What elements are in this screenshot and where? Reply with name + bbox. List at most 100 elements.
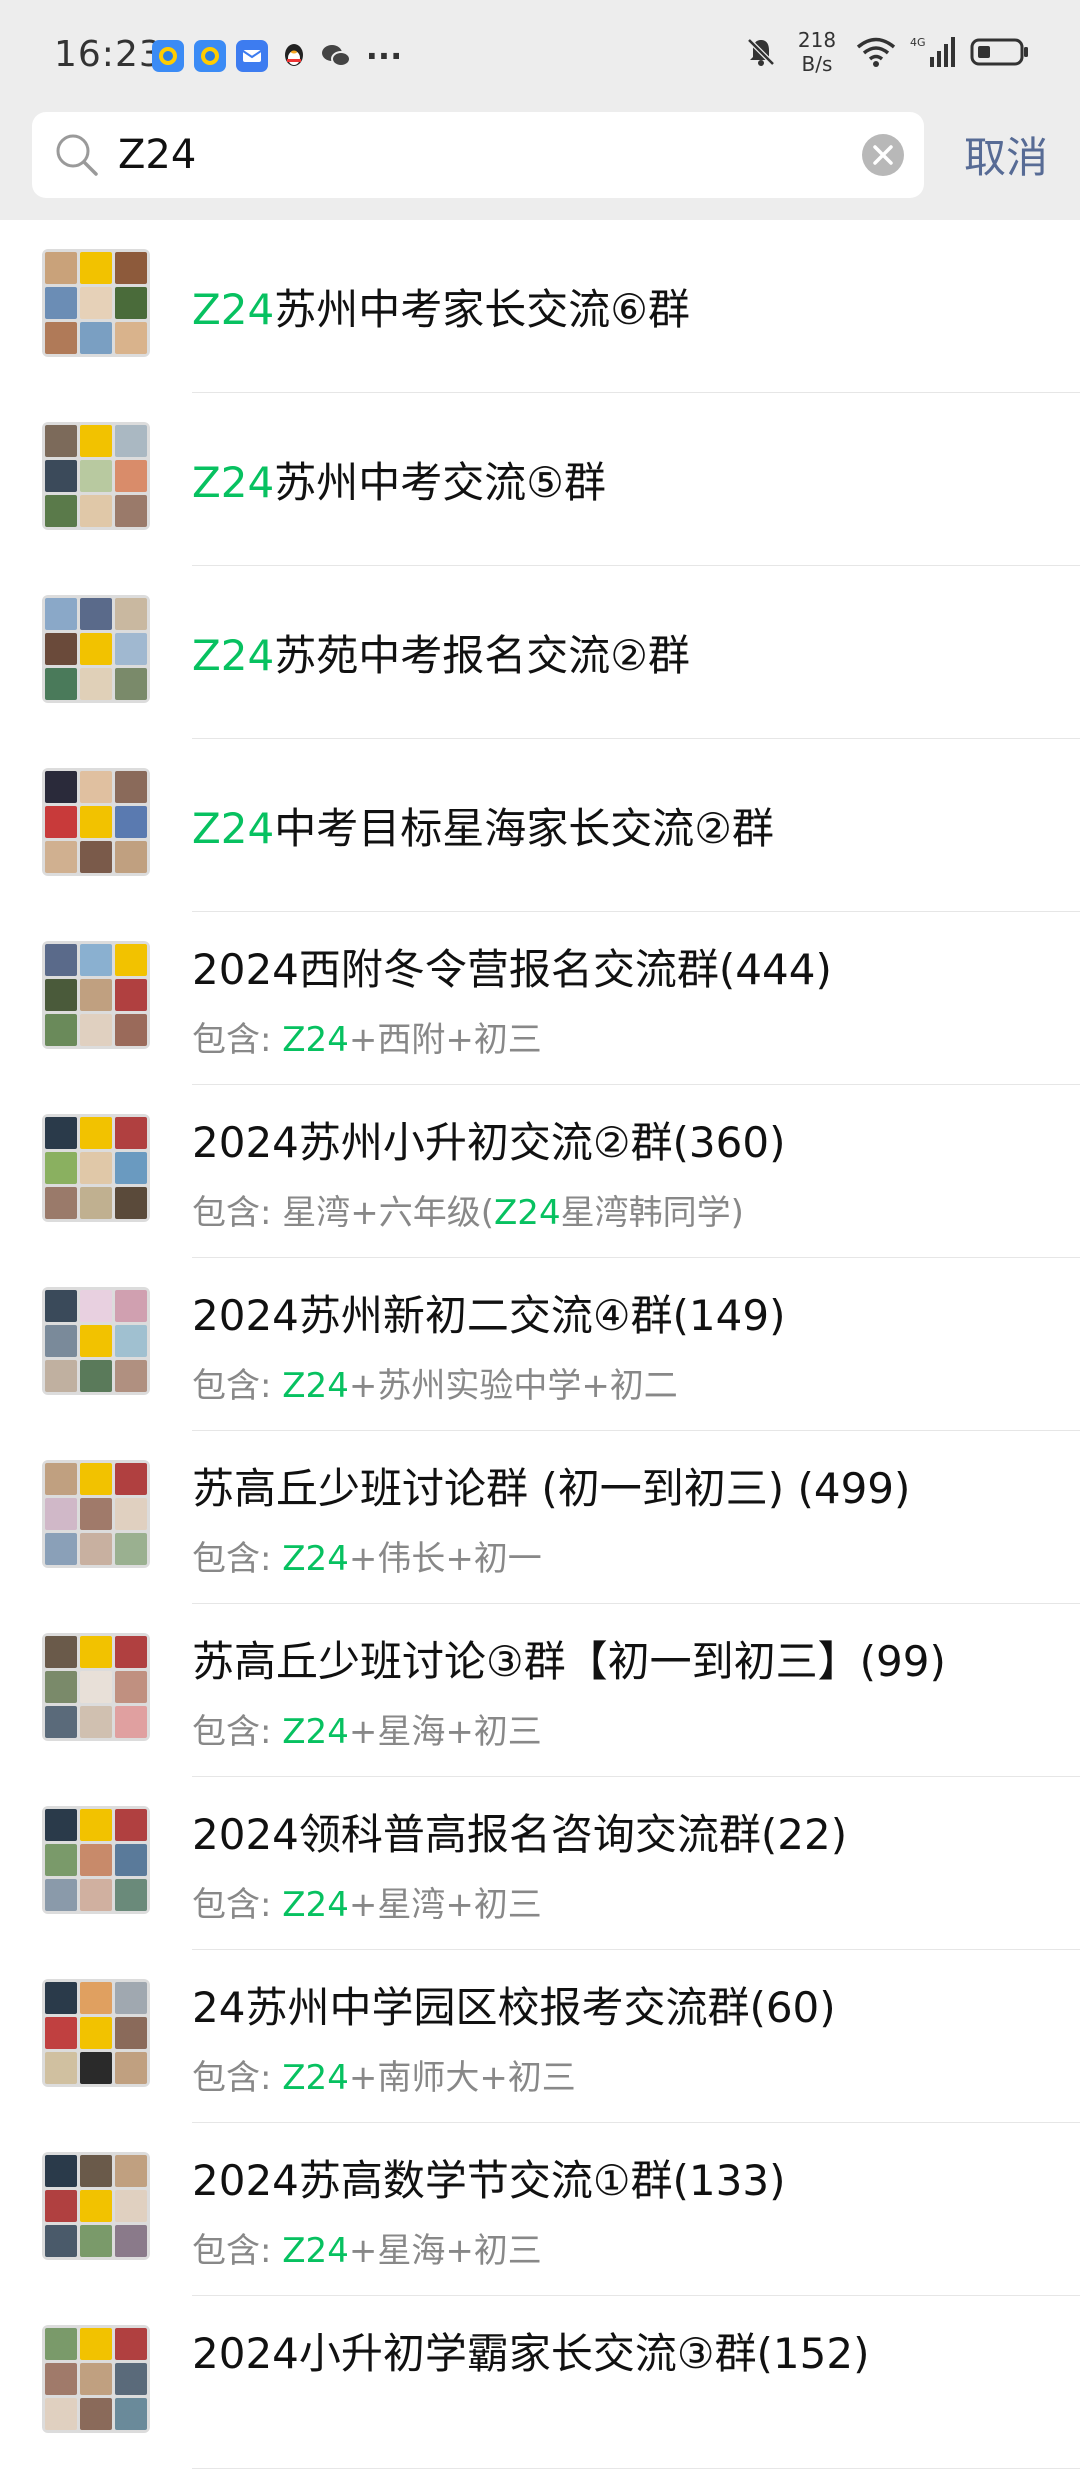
avatar-tile xyxy=(80,252,112,284)
avatar-tile xyxy=(115,598,147,630)
avatar-tile xyxy=(115,1636,147,1668)
clear-search-icon[interactable] xyxy=(862,134,904,176)
avatar-tile xyxy=(45,806,77,838)
notification-icons: ··· xyxy=(152,40,406,72)
wifi-icon xyxy=(856,37,896,67)
browser-app-icon xyxy=(152,40,184,72)
avatar-tile xyxy=(115,2398,147,2430)
avatar-tile xyxy=(45,979,77,1011)
qq-penguin-icon xyxy=(278,40,310,72)
subtitle-suffix: +星湾+初三 xyxy=(348,1885,542,1925)
avatar-tile xyxy=(45,1844,77,1876)
avatar-tile xyxy=(115,1360,147,1392)
avatar-tile xyxy=(80,771,112,803)
result-item[interactable]: 苏高丘少班讨论③群【初一到初三】(99) 包含: Z24+星海+初三 xyxy=(0,1604,1080,1777)
avatar-tile xyxy=(80,287,112,319)
avatar-tile xyxy=(45,1706,77,1738)
search-box[interactable] xyxy=(32,112,924,198)
title-highlight: Z24 xyxy=(192,285,275,334)
subtitle-suffix: +西附+初三 xyxy=(348,1020,542,1060)
avatar-tile xyxy=(80,1290,112,1322)
avatar-tile xyxy=(45,2017,77,2049)
result-title: 2024小升初学霸家长交流③群(152) xyxy=(192,2320,869,2381)
avatar-tile xyxy=(80,1360,112,1392)
avatar-tile xyxy=(45,460,77,492)
avatar-tile xyxy=(115,1152,147,1184)
avatar-tile xyxy=(80,1463,112,1495)
avatar-tile xyxy=(115,2363,147,2395)
avatar-tile xyxy=(115,425,147,457)
result-item[interactable]: 24苏州中学园区校报考交流群(60) 包含: Z24+南师大+初三 xyxy=(0,1950,1080,2123)
avatar-tile xyxy=(80,979,112,1011)
title-highlight: Z24 xyxy=(192,804,275,853)
result-item[interactable]: Z24苏州中考交流⑤群 xyxy=(0,393,1080,566)
avatar-tile xyxy=(80,1325,112,1357)
result-item[interactable]: 2024苏州小升初交流②群(360) 包含: 星湾+六年级(Z24星湾韩同学) xyxy=(0,1085,1080,1258)
avatar-tile xyxy=(115,2190,147,2222)
avatar-tile xyxy=(80,841,112,873)
avatar-tile xyxy=(45,322,77,354)
avatar-tile xyxy=(115,806,147,838)
result-item[interactable]: Z24中考目标星海家长交流②群 xyxy=(0,739,1080,912)
group-avatar xyxy=(42,1806,150,1914)
net-speed-value: 218 xyxy=(797,28,837,52)
result-subtitle: 包含: Z24+星海+初三 xyxy=(192,2223,542,2272)
avatar-tile xyxy=(45,1809,77,1841)
result-subtitle: 包含: Z24+南师大+初三 xyxy=(192,2050,576,2099)
avatar-tile xyxy=(115,1706,147,1738)
result-item[interactable]: Z24苏苑中考报名交流②群 xyxy=(0,566,1080,739)
result-title: Z24中考目标星海家长交流②群 xyxy=(192,795,774,856)
avatar-tile xyxy=(80,633,112,665)
result-title: Z24苏州中考家长交流⑥群 xyxy=(192,276,690,337)
group-avatar xyxy=(42,1287,150,1395)
avatar-tile xyxy=(80,2155,112,2187)
subtitle-prefix: 包含: xyxy=(192,1712,283,1752)
subtitle-prefix: 包含: xyxy=(192,2058,283,2098)
avatar-tile xyxy=(45,1671,77,1703)
avatar-tile xyxy=(115,495,147,527)
avatar-tile xyxy=(80,425,112,457)
avatar-tile xyxy=(115,2017,147,2049)
avatar-tile xyxy=(45,2155,77,2187)
subtitle-prefix: 包含: xyxy=(192,1539,283,1579)
search-input[interactable] xyxy=(118,126,818,184)
avatar-tile xyxy=(80,806,112,838)
browser-app-icon-2 xyxy=(194,40,226,72)
wechat-icon xyxy=(320,40,352,72)
result-item[interactable]: 2024西附冬令营报名交流群(444) 包含: Z24+西附+初三 xyxy=(0,912,1080,1085)
avatar-tile xyxy=(115,460,147,492)
title-text: 苏苑中考报名交流②群 xyxy=(274,631,690,680)
avatar-tile xyxy=(45,2052,77,2084)
avatar-tile xyxy=(45,2363,77,2395)
result-title: Z24苏苑中考报名交流②群 xyxy=(192,622,690,683)
result-item[interactable]: 2024小升初学霸家长交流③群(152) xyxy=(0,2296,1080,2469)
avatar-tile xyxy=(115,841,147,873)
result-item[interactable]: 2024苏州新初二交流④群(149) 包含: Z24+苏州实验中学+初二 xyxy=(0,1258,1080,1431)
avatar-tile xyxy=(80,2225,112,2257)
net-speed-unit: B/s xyxy=(801,52,833,76)
result-item[interactable]: 2024苏高数学节交流①群(133) 包含: Z24+星海+初三 xyxy=(0,2123,1080,2296)
avatar-tile xyxy=(45,1982,77,2014)
avatar-tile xyxy=(80,2190,112,2222)
result-item[interactable]: 苏高丘少班讨论群 (初一到初三) (499) 包含: Z24+伟长+初一 xyxy=(0,1431,1080,1604)
avatar-tile xyxy=(45,1117,77,1149)
subtitle-suffix: 星湾韩同学) xyxy=(560,1193,744,1233)
title-text: 中考目标星海家长交流②群 xyxy=(274,804,774,853)
result-title: 苏高丘少班讨论群 (初一到初三) (499) xyxy=(192,1455,910,1516)
group-avatar xyxy=(42,1979,150,2087)
avatar-tile xyxy=(45,2225,77,2257)
result-item[interactable]: 2024领科普高报名咨询交流群(22) 包含: Z24+星湾+初三 xyxy=(0,1777,1080,1950)
group-avatar xyxy=(42,768,150,876)
avatar-tile xyxy=(45,252,77,284)
search-icon xyxy=(56,134,98,176)
avatar-tile xyxy=(45,287,77,319)
avatar-tile xyxy=(45,944,77,976)
avatar-tile xyxy=(115,287,147,319)
avatar-tile xyxy=(80,1844,112,1876)
avatar-tile xyxy=(80,322,112,354)
avatar-tile xyxy=(115,1498,147,1530)
result-item[interactable]: Z24苏州中考家长交流⑥群 xyxy=(0,220,1080,393)
cancel-button[interactable]: 取消 xyxy=(964,124,1048,185)
avatar-tile xyxy=(45,1498,77,1530)
avatar-tile xyxy=(45,2328,77,2360)
